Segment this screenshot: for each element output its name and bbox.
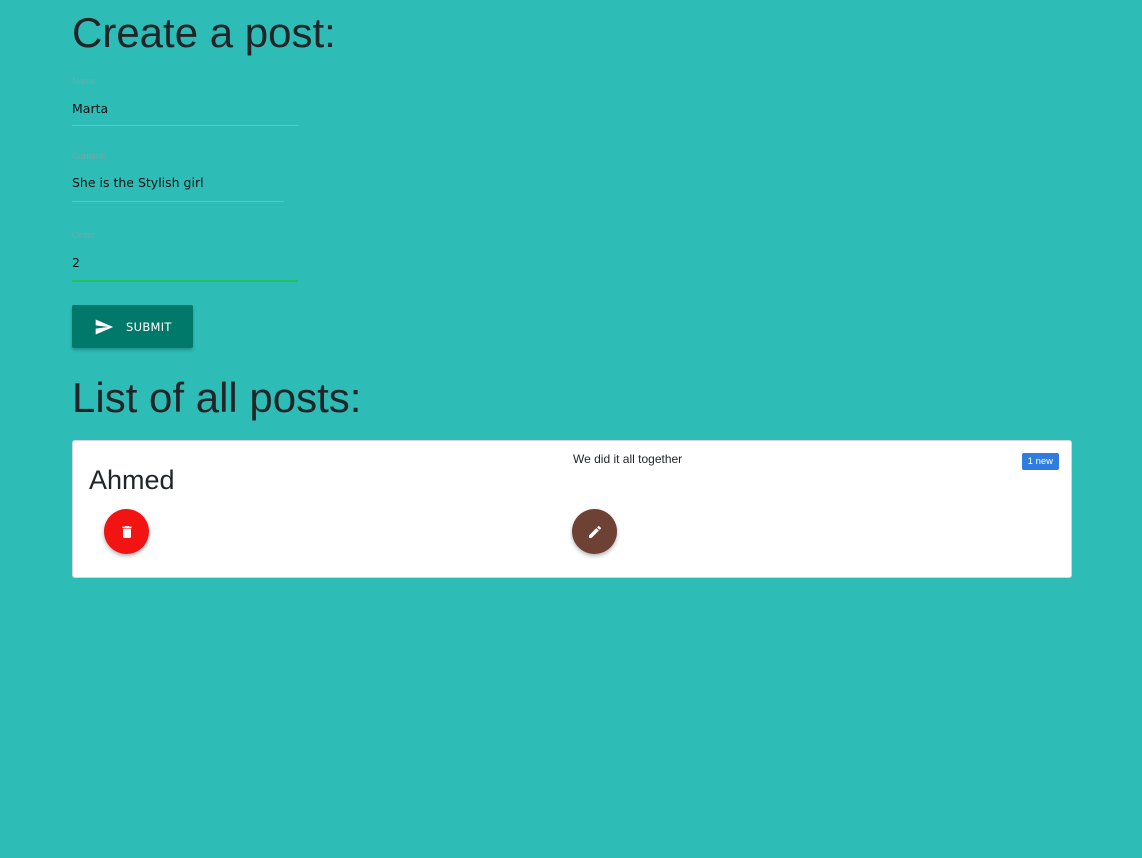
post-content: We did it all together xyxy=(573,452,683,466)
delete-button[interactable] xyxy=(104,509,149,554)
new-badge: 1 new xyxy=(1021,453,1059,470)
content-input[interactable] xyxy=(72,172,284,192)
content-field: Content: xyxy=(72,151,284,202)
create-post-title: Create a post: xyxy=(72,9,336,56)
name-underline xyxy=(72,125,299,126)
post-card: Ahmed We did it all together 1 new xyxy=(72,440,1072,578)
content-underline xyxy=(72,201,284,202)
trash-icon xyxy=(119,524,135,540)
name-field: Name: xyxy=(72,76,299,126)
order-field: Order: xyxy=(72,230,298,282)
submit-label: SUBMIT xyxy=(126,319,172,334)
edit-button[interactable] xyxy=(572,509,617,554)
name-label: Name: xyxy=(72,76,99,86)
submit-button[interactable]: SUBMIT xyxy=(72,305,193,348)
pencil-icon xyxy=(587,524,603,540)
post-list-title: List of all posts: xyxy=(72,374,362,421)
content-label: Content: xyxy=(72,151,107,161)
order-underline xyxy=(72,280,298,282)
send-icon xyxy=(94,317,114,337)
order-input[interactable] xyxy=(72,252,298,272)
post-author: Ahmed xyxy=(89,465,175,495)
name-input[interactable] xyxy=(72,98,298,118)
order-label: Order: xyxy=(72,230,98,240)
